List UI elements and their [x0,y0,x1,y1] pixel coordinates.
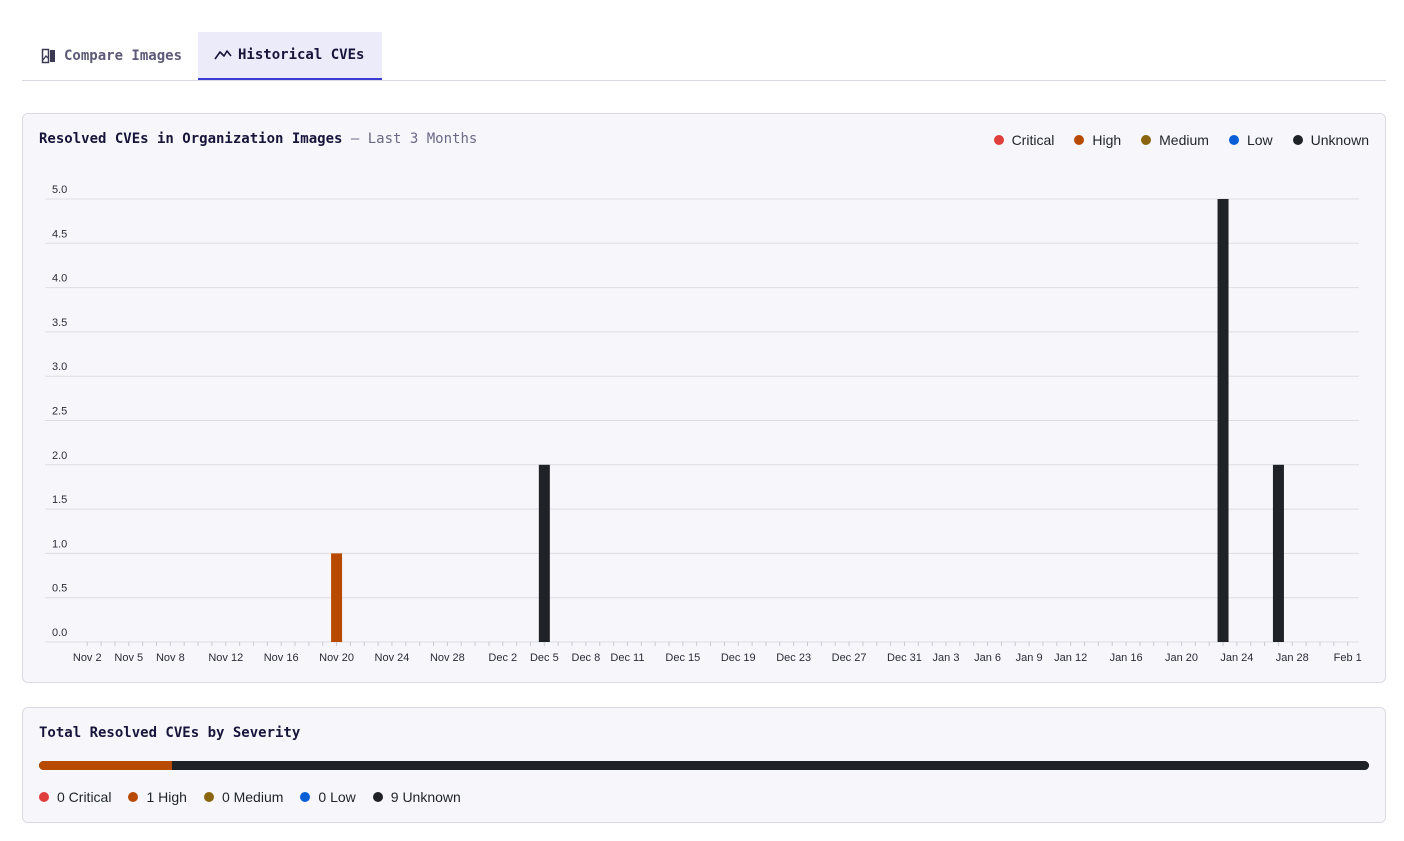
x-tick-label: Dec 19 [721,652,756,664]
bar-unknown [1217,199,1229,642]
x-tick-label: Nov 2 [73,652,102,664]
severity-legend: 0 Critical 1 High 0 Medium 0 Low 9 Unknown [39,789,461,805]
severity-dot [128,792,139,802]
x-tick-label: Jan 28 [1276,652,1309,664]
x-tick-label: Dec 27 [832,652,867,664]
x-tick-label: Jan 24 [1220,652,1253,664]
x-tick-label: Nov 24 [375,652,410,664]
x-tick-label: Dec 11 [610,652,644,664]
severity-count-high: 1 High [128,789,187,805]
bar-unknown [1272,464,1284,642]
bar-high [331,553,343,642]
severity-stacked-bar [39,761,1369,770]
x-tick-label: Nov 5 [114,652,143,664]
severity-count-unknown: 9 Unknown [372,789,461,805]
severity-dot [39,792,49,802]
x-tick-label: Dec 2 [488,652,517,664]
tab-label: Compare Images [64,47,183,64]
x-tick-label: Jan 16 [1110,652,1143,664]
severity-count-medium: 0 Medium [203,789,284,805]
x-tick-label: Dec 8 [572,652,601,664]
y-tick-label: 5.0 [52,184,67,196]
total-resolved-card: Total Resolved CVEs by Severity 0 Critic… [22,707,1386,823]
x-tick-label: Nov 12 [208,652,243,664]
y-tick-label: 3.5 [52,317,67,329]
tab-bar: Compare Images Historical CVEs [22,32,1386,81]
tab-label: Historical CVEs [238,47,365,63]
x-tick-label: Nov 8 [156,652,185,664]
severity-count-low: 0 Low [300,789,356,805]
x-tick-label: Jan 20 [1165,652,1198,664]
severity-label: 9 Unknown [390,789,461,805]
y-tick-label: 2.0 [52,450,67,462]
tab-compare-images[interactable]: Compare Images [24,32,198,79]
severity-label: 0 Medium [221,789,284,805]
tab-historical-cves[interactable]: Historical CVEs [198,32,382,80]
y-tick-label: 1.0 [52,538,67,550]
x-tick-label: Nov 16 [264,652,299,664]
x-tick-label: Dec 31 [887,652,922,664]
y-tick-label: 0.0 [52,627,67,639]
x-tick-label: Jan 9 [1016,652,1043,664]
bar-chart: 0.0 0.5 1.0 1.5 2.0 2.5 3.0 3.5 4.0 4.5 5.0 Nov 2 No… [45,184,1362,664]
severity-label: 0 Critical [57,789,112,805]
severity-dot [203,792,214,802]
severity-segment-high [39,761,172,770]
compare-images-icon [40,47,58,65]
x-tick-label: Nov 20 [319,652,354,664]
x-tick-label: Nov 28 [430,652,465,664]
y-tick-label: 4.5 [52,228,67,240]
y-tick-label: 1.5 [52,494,67,506]
resolved-cves-chart-card: Resolved CVEs in Organization Images — L… [22,113,1386,683]
bar-unknown [538,464,550,642]
x-tick-label: Jan 12 [1054,652,1087,664]
x-tick-label: Jan 6 [974,652,1001,664]
trend-line-icon [214,46,232,64]
severity-dot [372,792,383,802]
y-tick-label: 2.5 [52,406,67,418]
y-tick-label: 4.0 [52,273,67,285]
severity-segment-unknown [172,761,1369,770]
total-card-title-text: Total Resolved CVEs by Severity [39,725,301,741]
total-card-title: Total Resolved CVEs by Severity [39,725,300,741]
x-tick-label: Jan 3 [933,652,960,664]
severity-label: 0 Low [318,789,356,805]
severity-label: 1 High [146,789,187,805]
x-tick-label: Dec 23 [776,652,811,664]
x-tick-label: Dec 5 [530,652,559,664]
y-tick-label: 0.5 [52,583,67,595]
severity-count-critical: 0 Critical [39,789,111,805]
x-tick-label: Feb 1 [1334,652,1362,664]
y-tick-label: 3.0 [52,361,67,373]
x-tick-label: Dec 15 [665,652,700,664]
severity-dot [300,792,311,802]
